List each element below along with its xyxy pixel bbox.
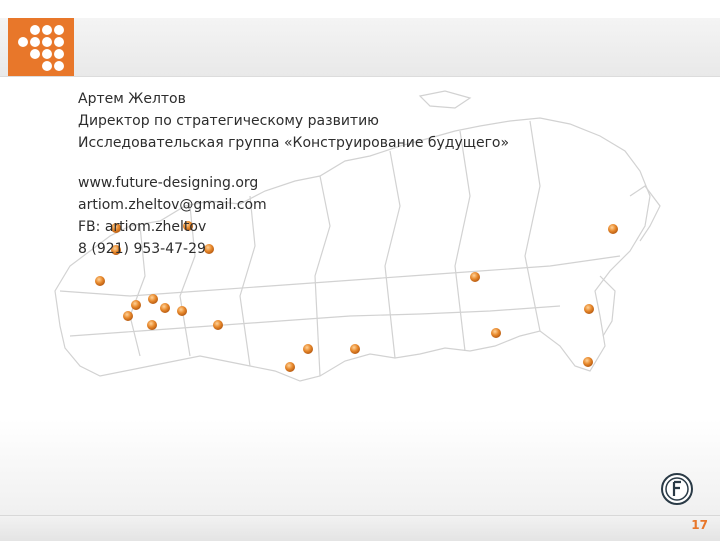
map-region-line — [69, 305, 561, 337]
map-dot — [123, 311, 133, 321]
map-dot — [213, 320, 223, 330]
contact-block: Артем Желтов Директор по стратегическому… — [78, 88, 509, 260]
brand-logo-icon — [8, 18, 74, 76]
map-dot — [350, 344, 360, 354]
map-dot — [148, 294, 158, 304]
map-region-line — [629, 185, 661, 242]
map-dot — [160, 303, 170, 313]
map-dot — [470, 272, 480, 282]
map-dot — [131, 300, 141, 310]
contact-facebook: FB: artiom.zheltov — [78, 219, 207, 235]
header-band — [0, 18, 720, 77]
map-dot — [584, 304, 594, 314]
map-dot — [177, 306, 187, 316]
contact-email: artiom.zheltov@gmail.com — [78, 197, 267, 213]
bottom-fade — [0, 420, 720, 520]
map-dot — [95, 276, 105, 286]
contact-organization: Исследовательская группа «Конструировани… — [78, 135, 510, 151]
page-number: 17 — [691, 518, 708, 532]
map-dot — [583, 357, 593, 367]
map-dot — [608, 224, 618, 234]
future-f-icon — [661, 473, 693, 505]
map-dot — [147, 320, 157, 330]
contact-website: www.future-designing.org — [78, 175, 259, 191]
map-region-line — [524, 120, 541, 332]
contact-position: Директор по стратегическому развитию — [78, 113, 379, 129]
footer-band — [0, 515, 720, 541]
contact-phone: 8 (921) 953-47-29 — [78, 241, 206, 257]
map-dot — [285, 362, 295, 372]
map-dot — [303, 344, 313, 354]
map-dot — [491, 328, 501, 338]
contact-name: Артем Желтов — [78, 91, 186, 107]
